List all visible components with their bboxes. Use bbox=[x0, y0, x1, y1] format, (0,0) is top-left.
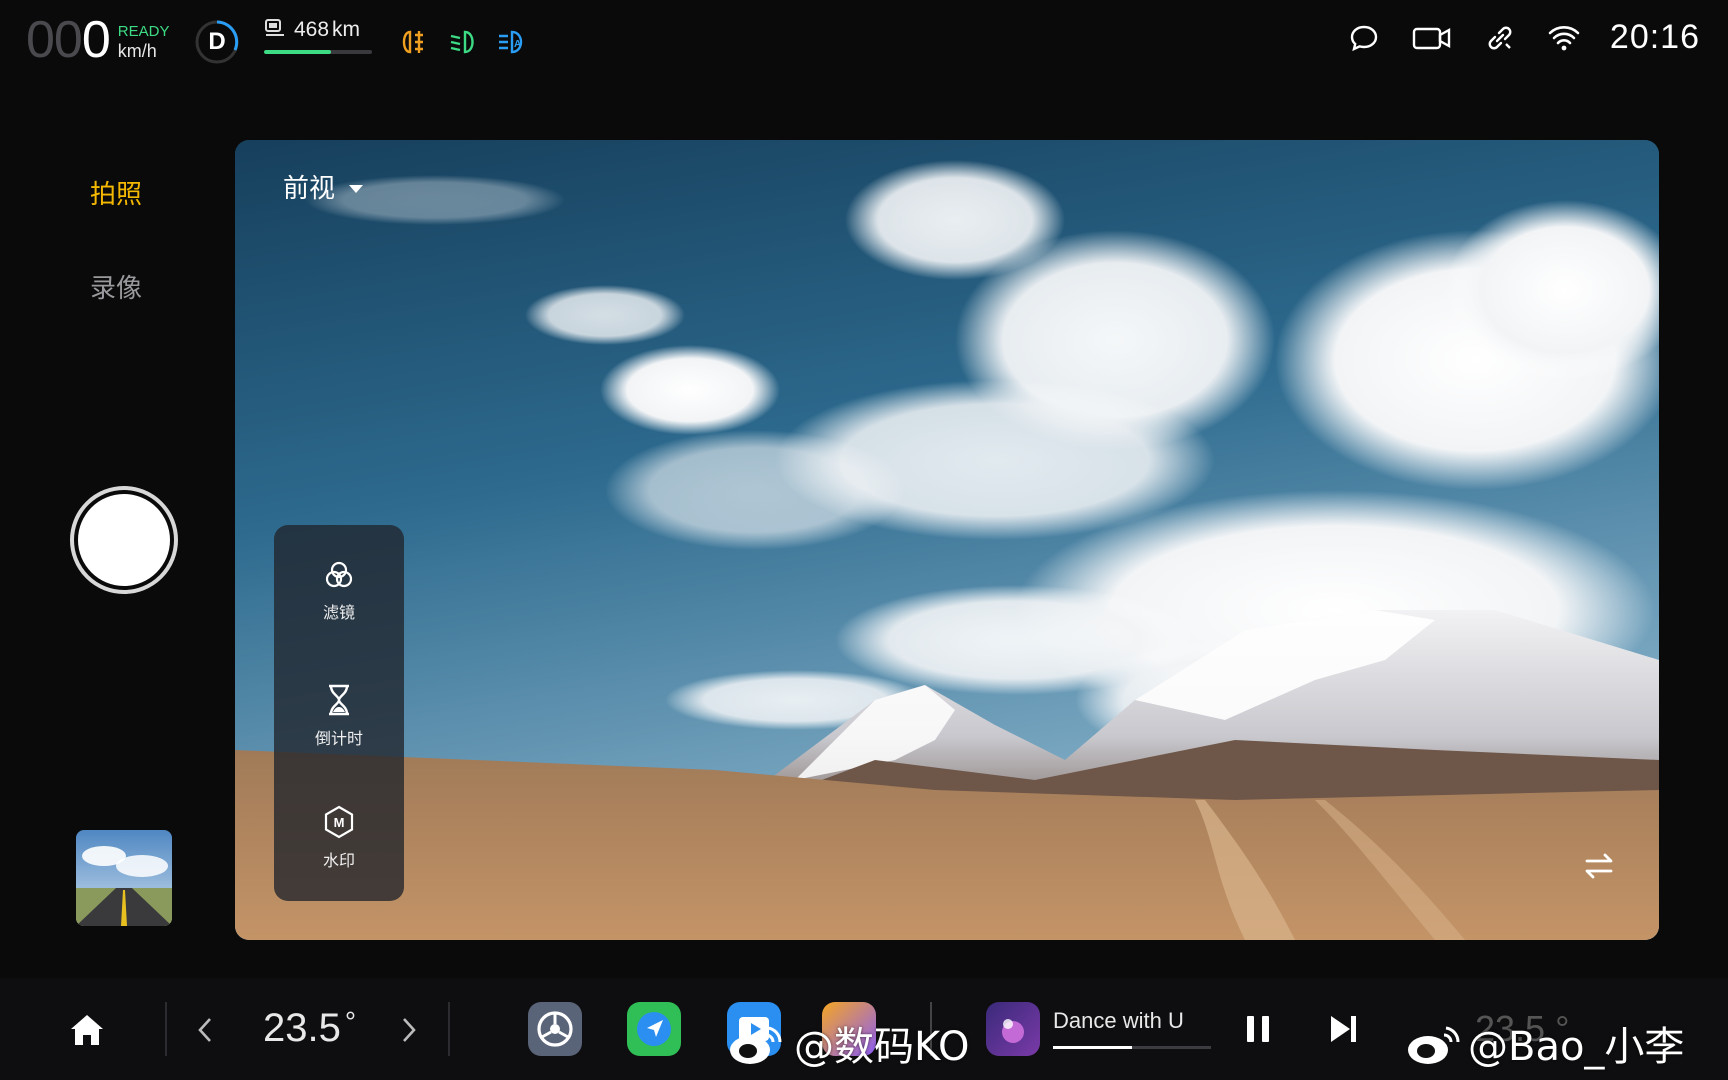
landscape-preview bbox=[235, 140, 1659, 940]
fog-lamp-icon bbox=[398, 26, 430, 58]
camera-view-selector[interactable]: 前视 bbox=[283, 168, 364, 205]
hourglass-icon bbox=[323, 683, 355, 721]
battery-range: 468 km bbox=[264, 18, 376, 54]
camera-icon[interactable] bbox=[1410, 20, 1454, 56]
camera-viewfinder[interactable]: 前视 滤镜 倒计时 M 水印 bbox=[235, 140, 1659, 940]
speed-unit: km/h bbox=[117, 41, 157, 61]
range-value: 468 km bbox=[294, 18, 361, 41]
dock-divider bbox=[448, 1002, 450, 1056]
auto-beam-icon: A bbox=[496, 26, 528, 58]
weibo-icon bbox=[1404, 1022, 1464, 1070]
filter-icon bbox=[323, 559, 355, 595]
watermark-label: 水印 bbox=[322, 851, 355, 870]
timer-button[interactable]: 倒计时 bbox=[274, 683, 404, 749]
timer-label: 倒计时 bbox=[314, 729, 363, 748]
speed-leading-digits: 00 bbox=[26, 11, 83, 69]
music-app-icon[interactable] bbox=[986, 1002, 1040, 1056]
camera-view-label: 前视 bbox=[283, 174, 336, 204]
gear-indicator: D bbox=[194, 19, 240, 65]
pause-icon[interactable] bbox=[1244, 1013, 1272, 1049]
watermark-right: @Bao_小李 bbox=[1468, 1024, 1685, 1070]
next-track-icon[interactable] bbox=[1328, 1013, 1358, 1049]
camera-tools-panel: 滤镜 倒计时 M 水印 bbox=[274, 525, 404, 901]
range-fill bbox=[264, 50, 331, 54]
last-photo-thumbnail[interactable] bbox=[76, 830, 172, 926]
svg-text:M: M bbox=[334, 815, 345, 830]
gear-letter: D bbox=[208, 28, 226, 55]
speed-current-digit: 0 bbox=[81, 11, 111, 69]
mode-photo[interactable]: 拍照 bbox=[90, 174, 142, 211]
status-bar: 000 READY km/h D 468 km A 20:16 bbox=[0, 0, 1728, 86]
shutter-button[interactable] bbox=[70, 486, 178, 594]
message-icon[interactable] bbox=[1346, 20, 1382, 56]
weibo-icon bbox=[726, 1022, 786, 1070]
home-icon[interactable] bbox=[68, 1012, 106, 1052]
swap-camera-icon[interactable] bbox=[1581, 848, 1617, 884]
mode-video[interactable]: 录像 bbox=[90, 268, 142, 305]
filter-label: 滤镜 bbox=[322, 603, 355, 622]
link-icon[interactable] bbox=[1482, 20, 1518, 56]
chevron-right-icon[interactable] bbox=[400, 1016, 418, 1048]
range-bar bbox=[264, 50, 372, 54]
watermark-icon: M bbox=[323, 805, 355, 843]
wifi-icon[interactable] bbox=[1546, 20, 1582, 56]
navigation-app-icon[interactable] bbox=[627, 1002, 681, 1056]
ready-indicator: READY bbox=[117, 23, 170, 40]
battery-range-icon bbox=[264, 18, 286, 42]
bottom-dock: 23.5 ° Dance with U 23.5 ° @数码KO @Bao_小李 bbox=[0, 978, 1728, 1080]
dock-divider bbox=[165, 1002, 167, 1056]
song-title: Dance with U bbox=[1053, 1008, 1184, 1033]
watermark-left: @数码KO bbox=[794, 1024, 970, 1070]
speedometer: 000 READY km/h bbox=[26, 14, 169, 66]
settings-app-icon[interactable] bbox=[528, 1002, 582, 1056]
shutter-inner bbox=[78, 494, 170, 586]
song-progress-bar[interactable] bbox=[1053, 1046, 1211, 1049]
song-progress-fill bbox=[1053, 1046, 1132, 1049]
chevron-left-icon[interactable] bbox=[196, 1016, 214, 1048]
speed-value: 000 bbox=[26, 11, 111, 69]
temperature-left: 23.5 ° bbox=[263, 1006, 357, 1050]
caret-down-icon bbox=[349, 184, 364, 193]
low-beam-icon bbox=[447, 26, 479, 58]
svg-text:A: A bbox=[514, 39, 521, 50]
filter-button[interactable]: 滤镜 bbox=[274, 559, 404, 623]
clock: 20:16 bbox=[1609, 18, 1700, 56]
watermark-button[interactable]: M 水印 bbox=[274, 805, 404, 871]
